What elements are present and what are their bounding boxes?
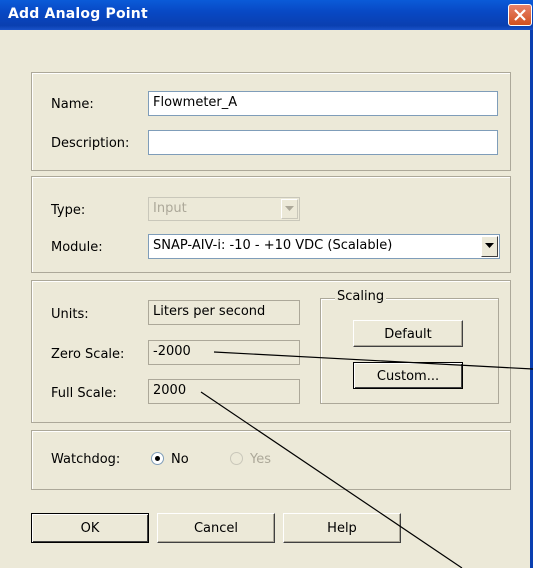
watchdog-yes-radio[interactable] xyxy=(230,452,243,465)
watchdog-no-radio[interactable] xyxy=(151,452,164,465)
zero-scale-label: Zero Scale: xyxy=(51,347,125,362)
identity-group xyxy=(31,72,511,171)
watchdog-label: Watchdog: xyxy=(51,452,121,467)
help-button-label: Help xyxy=(327,521,357,536)
close-icon xyxy=(514,9,526,21)
scaling-group-label: Scaling xyxy=(335,289,387,304)
ok-button-label: OK xyxy=(80,521,100,536)
name-input[interactable]: Flowmeter_A xyxy=(148,91,498,116)
chevron-down-icon xyxy=(485,243,494,248)
full-scale-label: Full Scale: xyxy=(51,386,117,401)
cancel-button-label: Cancel xyxy=(193,521,239,536)
chevron-down-icon xyxy=(285,206,294,211)
type-value: Input xyxy=(153,201,187,216)
module-dropdown-button[interactable] xyxy=(481,236,498,257)
type-label: Type: xyxy=(51,203,86,218)
ok-button[interactable]: OK xyxy=(31,513,149,543)
watchdog-yes-label[interactable]: Yes xyxy=(250,452,271,467)
units-label: Units: xyxy=(51,307,89,322)
window-title: Add Analog Point xyxy=(8,6,148,22)
title-bar[interactable]: Add Analog Point xyxy=(0,0,533,30)
add-analog-point-dialog: Add Analog Point Name: Flowmeter_A Descr… xyxy=(0,0,533,568)
help-button[interactable]: Help xyxy=(283,513,401,543)
module-value: SNAP-AIV-i: -10 - +10 VDC (Scalable) xyxy=(153,238,393,253)
units-field: Liters per second xyxy=(148,300,300,325)
description-label: Description: xyxy=(51,136,130,151)
cancel-button[interactable]: Cancel xyxy=(157,513,275,543)
custom-button[interactable]: Custom... xyxy=(353,362,463,389)
close-button[interactable] xyxy=(508,4,532,26)
full-scale-field: 2000 xyxy=(148,379,300,404)
description-input[interactable] xyxy=(148,130,498,155)
type-dropdown-button[interactable] xyxy=(281,199,298,219)
default-button[interactable]: Default xyxy=(353,320,463,347)
name-label: Name: xyxy=(51,97,94,112)
type-select[interactable]: Input xyxy=(148,197,300,221)
default-button-label: Default xyxy=(384,327,432,342)
module-select[interactable]: SNAP-AIV-i: -10 - +10 VDC (Scalable) xyxy=(148,234,500,259)
watchdog-no-label[interactable]: No xyxy=(171,452,189,467)
zero-scale-field: -2000 xyxy=(148,340,300,365)
module-label: Module: xyxy=(51,240,103,255)
custom-button-label: Custom... xyxy=(376,369,440,384)
